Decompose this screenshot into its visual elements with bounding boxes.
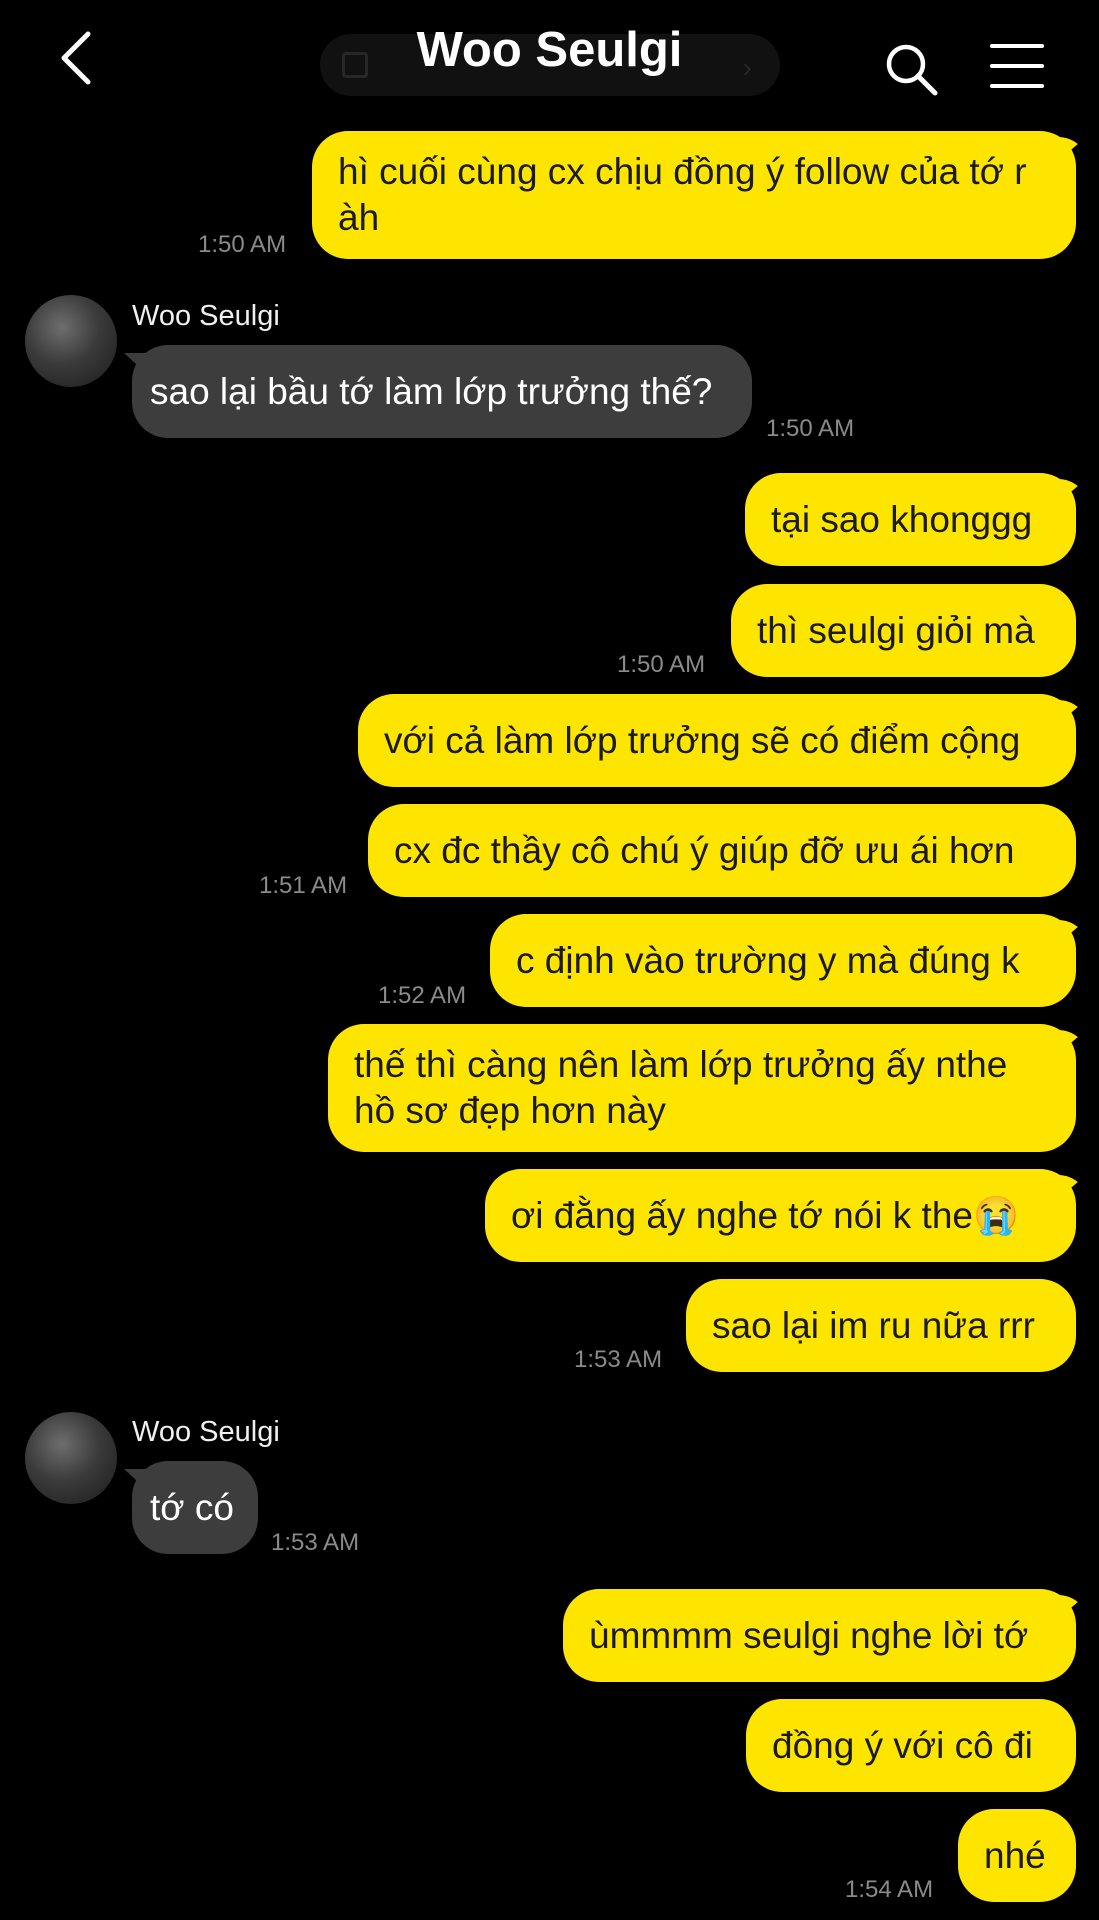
- my-message-bubble[interactable]: sao lại im ru nữa rrr: [686, 1279, 1076, 1372]
- message-timestamp: 1:54 AM: [845, 1876, 934, 1903]
- menu-button[interactable]: [990, 44, 1044, 88]
- my-message-bubble[interactable]: thì seulgi giỏi mà: [731, 584, 1076, 677]
- their-message-bubble[interactable]: tớ có: [132, 1461, 258, 1554]
- message-timestamp: 1:53 AM: [271, 1529, 360, 1556]
- message-timestamp: 1:50 AM: [766, 415, 855, 442]
- my-message-bubble[interactable]: đồng ý với cô đi: [746, 1699, 1076, 1792]
- my-message-bubble[interactable]: hì cuối cùng cx chịu đồng ý follow của t…: [312, 131, 1076, 259]
- message-list[interactable]: hì cuối cùng cx chịu đồng ý follow của t…: [0, 0, 1099, 1920]
- my-message-bubble[interactable]: ơi đằng ấy nghe tớ nói k the😭: [485, 1169, 1076, 1262]
- my-message-bubble[interactable]: thế thì càng nên làm lớp trưởng ấy nthe …: [328, 1024, 1076, 1152]
- message-timestamp: 1:51 AM: [259, 872, 348, 899]
- search-button[interactable]: [884, 42, 940, 98]
- message-timestamp: 1:52 AM: [378, 982, 467, 1009]
- my-message-bubble[interactable]: tại sao khonggg: [745, 473, 1076, 566]
- chat-header: › Woo Seulgi: [0, 0, 1099, 120]
- my-message-bubble[interactable]: ùmmmm seulgi nghe lời tớ: [563, 1589, 1076, 1682]
- message-timestamp: 1:53 AM: [574, 1346, 663, 1373]
- my-message-bubble[interactable]: cx đc thầy cô chú ý giúp đỡ ưu ái hơn: [368, 804, 1076, 897]
- sender-name: Woo Seulgi: [132, 300, 280, 332]
- my-message-bubble[interactable]: nhé: [958, 1809, 1076, 1902]
- message-timestamp: 1:50 AM: [198, 231, 287, 258]
- my-message-bubble[interactable]: với cả làm lớp trưởng sẽ có điểm cộng: [358, 694, 1076, 787]
- their-message-bubble[interactable]: sao lại bầu tớ làm lớp trưởng thế?: [132, 345, 752, 438]
- hamburger-menu-icon: [990, 44, 1044, 48]
- sender-name: Woo Seulgi: [132, 1416, 280, 1448]
- avatar[interactable]: [25, 1412, 117, 1504]
- search-icon: [886, 44, 938, 96]
- avatar[interactable]: [25, 295, 117, 387]
- message-timestamp: 1:50 AM: [617, 651, 706, 678]
- my-message-bubble[interactable]: c định vào trường y mà đúng k: [490, 914, 1076, 1007]
